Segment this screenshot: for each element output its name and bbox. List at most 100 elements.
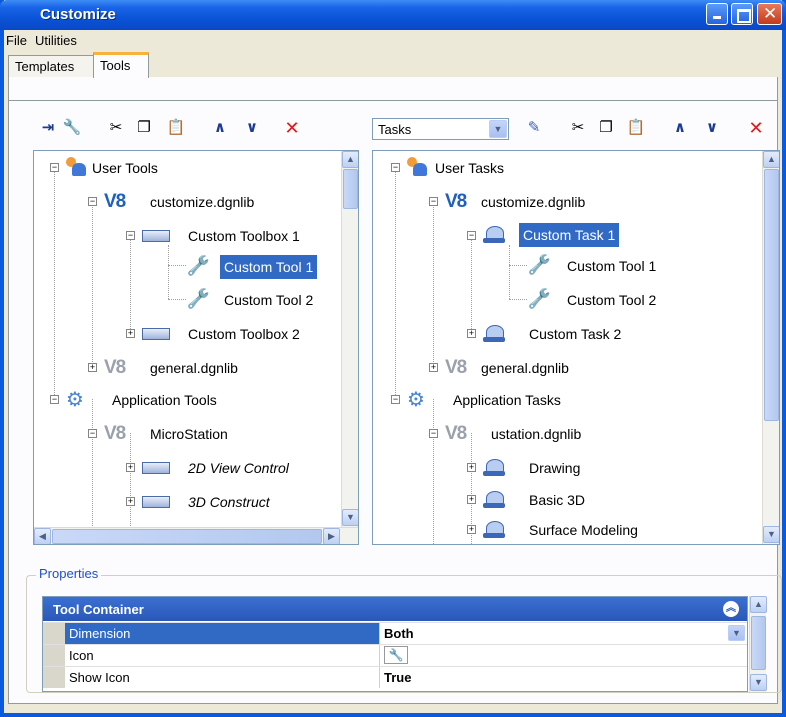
horizontal-scrollbar[interactable]: ◀ ▶ [34, 527, 358, 544]
move-up-icon[interactable]: ∧ [210, 118, 230, 138]
property-section-header[interactable]: Tool Container ︽ [43, 597, 747, 621]
collapse-icon[interactable]: − [467, 231, 476, 240]
insert-icon[interactable]: ⇥ [38, 118, 58, 138]
expand-icon[interactable]: + [467, 329, 476, 338]
cut-icon[interactable]: ✂ [106, 118, 126, 138]
expand-icon[interactable]: + [429, 363, 438, 372]
move-down-icon[interactable]: ∨ [242, 118, 262, 138]
collapse-icon[interactable]: − [50, 163, 59, 172]
wrench-icon: 🔧 [186, 256, 210, 277]
scroll-left-icon[interactable]: ◀ [34, 528, 51, 544]
copy-icon[interactable]: ❐ [596, 118, 616, 138]
expand-icon[interactable]: + [126, 497, 135, 506]
tasks-combo-value: Tasks [378, 122, 412, 137]
move-down-icon[interactable]: ∨ [702, 118, 722, 138]
tools-tree[interactable]: − User Tools − V8 customize.dgnlib − Cus… [33, 150, 359, 545]
scroll-down-icon[interactable]: ▼ [763, 526, 779, 543]
scroll-right-icon[interactable]: ▶ [323, 528, 340, 544]
task-icon [483, 224, 507, 246]
collapse-icon[interactable]: − [88, 197, 97, 206]
collapse-icon[interactable]: − [391, 163, 400, 172]
row-gutter [43, 623, 65, 644]
tree-label: Custom Toolbox 1 [188, 228, 300, 244]
v8-library-gray-icon: V8 [445, 357, 467, 378]
menu-file[interactable]: File [6, 33, 27, 48]
property-row[interactable]: Show Icon True [43, 666, 747, 688]
expand-icon[interactable]: + [126, 329, 135, 338]
collapse-icon[interactable]: − [50, 395, 59, 404]
tab-templates[interactable]: Templates [8, 55, 94, 77]
scroll-thumb[interactable] [764, 169, 779, 421]
scroll-down-icon[interactable]: ▼ [342, 509, 358, 526]
collapse-section-icon[interactable]: ︽ [723, 601, 739, 617]
expand-icon[interactable]: + [467, 525, 476, 534]
property-row[interactable]: Icon 🔧 [43, 644, 747, 666]
tasks-combo[interactable]: Tasks ▼ [372, 118, 509, 140]
vertical-scrollbar[interactable]: ▲ ▼ [341, 151, 358, 527]
scroll-thumb[interactable] [343, 169, 358, 209]
property-value-icon[interactable]: 🔧 [380, 645, 747, 666]
expand-icon[interactable]: + [88, 363, 97, 372]
new-task-icon[interactable]: ✎ [524, 118, 544, 138]
chevron-down-icon[interactable]: ▼ [489, 120, 507, 138]
collapse-icon[interactable]: − [429, 429, 438, 438]
tree-label: Custom Task 1 [519, 223, 620, 247]
tree-label: MicroStation [150, 426, 228, 442]
cut-icon[interactable]: ✂ [568, 118, 588, 138]
minimize-button[interactable] [706, 3, 728, 25]
properties-scrollbar[interactable]: ▲ ▼ [749, 596, 767, 692]
tree-label: 3D Construct [188, 494, 270, 510]
gear-icon: ⚙ [66, 389, 84, 411]
scroll-up-icon[interactable]: ▲ [342, 151, 358, 168]
property-value-dropdown[interactable]: Both ▼ [380, 623, 747, 644]
tasks-tree[interactable]: − User Tasks − V8 customize.dgnlib − Cus… [372, 150, 780, 545]
tree-label: ustation.dgnlib [491, 426, 582, 442]
paste-icon[interactable]: 📋 [626, 118, 646, 138]
property-row[interactable]: Dimension Both ▼ [43, 622, 747, 644]
title-bar[interactable]: Customize ✕ [0, 0, 786, 30]
tab-tools[interactable]: Tools [93, 52, 149, 78]
delete-icon[interactable]: ✕ [746, 118, 766, 138]
delete-icon[interactable]: ✕ [282, 118, 302, 138]
copy-icon[interactable]: ❐ [134, 118, 154, 138]
property-name: Icon [65, 645, 380, 666]
menu-utilities[interactable]: Utilities [35, 33, 77, 48]
property-name: Show Icon [65, 667, 380, 688]
property-grid[interactable]: Tool Container ︽ Dimension Both ▼ Icon 🔧… [42, 596, 748, 692]
paste-icon[interactable]: 📋 [166, 118, 186, 138]
property-value[interactable]: True [380, 667, 747, 688]
vertical-scrollbar[interactable]: ▲ ▼ [762, 151, 779, 544]
chevron-down-icon[interactable]: ▼ [728, 625, 745, 641]
expand-icon[interactable]: + [126, 463, 135, 472]
tree-label: general.dgnlib [481, 360, 569, 376]
close-button[interactable]: ✕ [757, 3, 782, 25]
tree-label: Application Tasks [453, 392, 561, 408]
tree-label: 2D View Control [188, 460, 289, 476]
toolbox-icon [142, 230, 170, 242]
scroll-up-icon[interactable]: ▲ [763, 151, 779, 168]
collapse-icon[interactable]: − [429, 197, 438, 206]
users-icon [405, 157, 429, 177]
v8-library-gray-icon: V8 [445, 423, 467, 444]
expand-icon[interactable]: + [467, 463, 476, 472]
collapse-icon[interactable]: − [126, 231, 135, 240]
collapse-icon[interactable]: − [391, 395, 400, 404]
users-icon [64, 157, 88, 177]
close-icon: ✕ [763, 4, 778, 23]
maximize-button[interactable] [731, 3, 753, 25]
expand-icon[interactable]: + [467, 495, 476, 504]
left-toolbar: ⇥ 🔧 ✂ ❐ 📋 ∧ ∨ ✕ [38, 118, 318, 146]
move-up-icon[interactable]: ∧ [670, 118, 690, 138]
scroll-thumb[interactable] [52, 529, 322, 544]
scroll-up-icon[interactable]: ▲ [750, 596, 767, 613]
toolbox-icon [142, 496, 170, 508]
tab-panel-top [8, 77, 778, 101]
properties-title: Properties [36, 566, 102, 581]
wrench-icon[interactable]: 🔧 [384, 646, 408, 664]
collapse-icon[interactable]: − [88, 429, 97, 438]
new-tool-icon[interactable]: 🔧 [62, 118, 82, 138]
tree-label: Custom Tool 1 [220, 255, 318, 279]
tree-label: Application Tools [112, 392, 217, 408]
scroll-thumb[interactable] [751, 616, 766, 670]
scroll-down-icon[interactable]: ▼ [750, 674, 767, 691]
